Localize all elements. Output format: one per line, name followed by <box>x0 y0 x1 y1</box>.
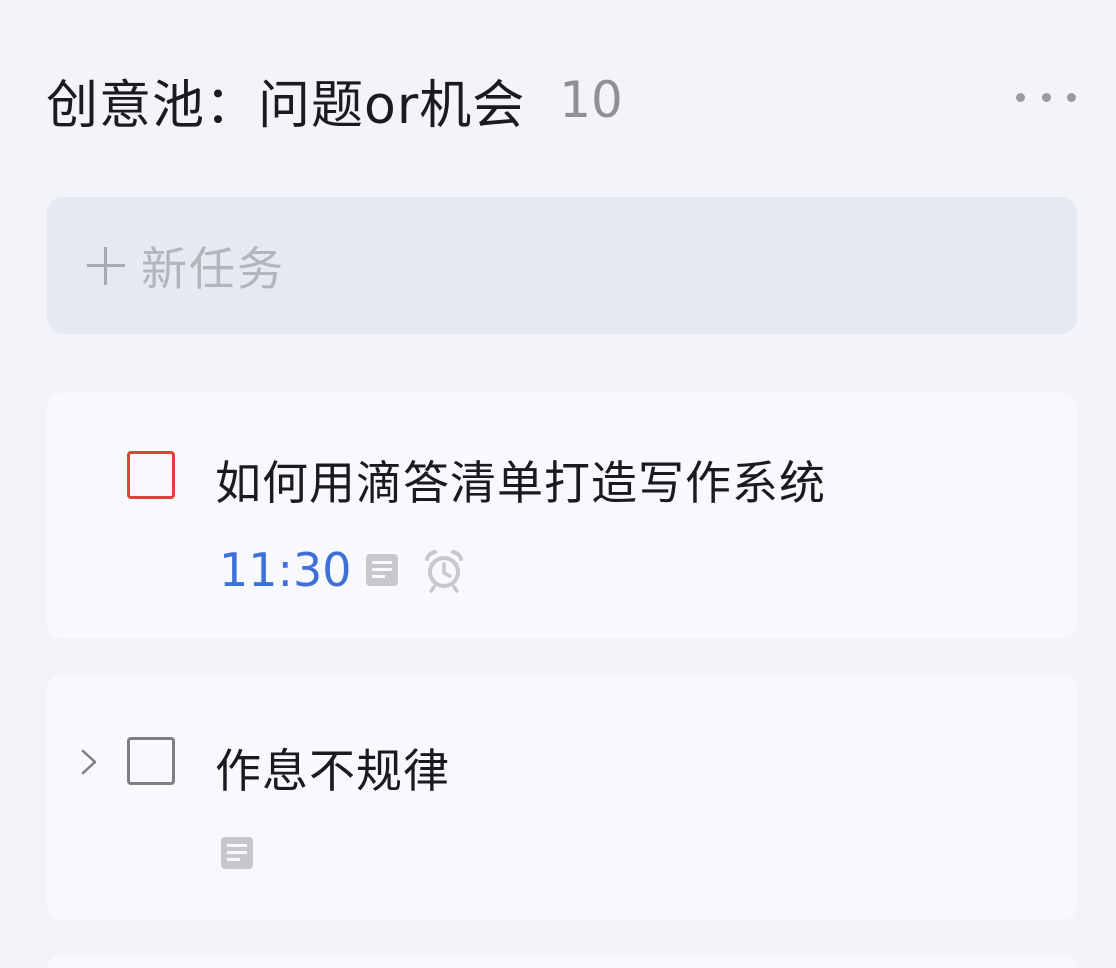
task-count: 10 <box>559 71 623 129</box>
task-checkbox[interactable] <box>127 737 175 785</box>
more-options-button[interactable] <box>1016 82 1076 112</box>
chevron-right-icon[interactable] <box>77 747 101 777</box>
due-time: 11:30 <box>219 543 352 597</box>
task-title[interactable]: 如何用滴答清单打造写作系统 <box>215 447 826 513</box>
alarm-icon <box>424 550 463 593</box>
task-card[interactable]: 如何用滴答清单打造写作系统 11:30 <box>47 393 1077 638</box>
add-task-input[interactable]: 新任务 <box>47 197 1077 334</box>
dot-icon <box>1067 92 1076 102</box>
task-title[interactable]: 作息不规律 <box>215 735 450 801</box>
list-header: 创意池：问题or机会 10 <box>46 60 1076 140</box>
task-card[interactable]: 作息不规律 <box>47 675 1077 920</box>
task-meta: 11:30 <box>219 543 466 597</box>
dot-icon <box>1041 92 1051 102</box>
note-icon <box>365 554 398 586</box>
next-task-card[interactable] <box>47 955 1077 968</box>
task-checkbox[interactable] <box>127 451 175 499</box>
task-meta <box>219 835 255 871</box>
list-title: 创意池：问题or机会 <box>46 75 526 136</box>
note-icon <box>221 837 253 869</box>
task-list-column: 创意池：问题or机会 10 新任务 如何用滴答清单打造写作系统 11:30 作息… <box>0 0 1116 968</box>
dot-icon <box>1016 92 1025 102</box>
add-task-placeholder: 新任务 <box>141 241 285 296</box>
plus-icon <box>87 246 125 285</box>
